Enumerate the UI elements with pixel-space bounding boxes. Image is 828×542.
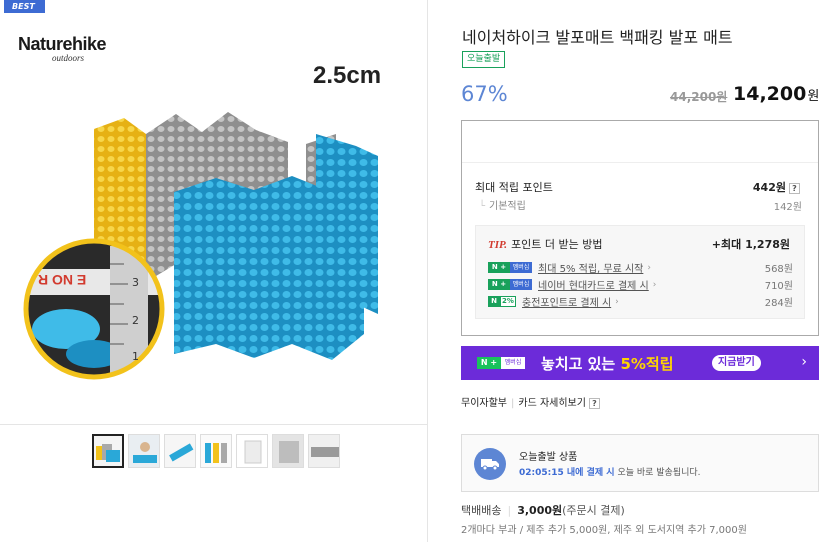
max-point-label: 최대 적립 포인트 (475, 181, 553, 194)
base-point-value: 142원 (773, 202, 802, 213)
naver-n-icon: N (488, 296, 500, 307)
tip-amount: 284원 (764, 298, 793, 309)
tag-percent: 2% (500, 296, 516, 307)
shipping-title: 오늘출발 상품 (519, 452, 578, 463)
installment-link[interactable]: 무이자할부 (461, 398, 507, 409)
chevron-right-icon: › (647, 262, 651, 273)
tip-word: TIP. (488, 239, 508, 251)
tag-n: N (491, 280, 498, 288)
tip-link[interactable]: 네이버 현대카드로 결제 시 (538, 277, 649, 292)
promo-tag-m: 멤버십 (501, 357, 525, 369)
separator: | (507, 504, 512, 517)
thumbnail-3[interactable] (164, 434, 196, 468)
promo-text: 놓치고 있는 5%적립 (541, 353, 674, 374)
tip-title-text: 포인트 더 받는 방법 (511, 238, 603, 251)
chevron-right-icon: › (652, 279, 657, 290)
tip-title: TIP. 포인트 더 받는 방법 (488, 236, 603, 252)
product-title: 네이처하이크 발포매트 백패킹 발포 매트 (462, 28, 733, 47)
original-price: 44,200원 (670, 90, 728, 104)
tip-row[interactable]: N + 멤버십 네이버 현대카드로 결제 시 › 710원 (488, 277, 793, 292)
delivery-info: 택배배송 | 3,000원(주문시 결제) (461, 502, 625, 518)
charge-point-tag: N 2% (488, 296, 516, 307)
tip-row[interactable]: N 2% 충전포인트로 결제 시 › 284원 (488, 294, 793, 309)
delivery-condition: (주문시 결제) (562, 504, 625, 517)
tip-link[interactable]: 최대 5% 적립, 무료 시작 (538, 260, 643, 275)
membership-tag: N + 멤버십 (488, 262, 532, 273)
tree-branch-icon: └ (479, 201, 486, 212)
membership-promo-banner[interactable]: N + 멤버십 놓치고 있는 5%적립 지금받기 › (461, 346, 819, 380)
thumbnail-2[interactable] (128, 434, 160, 468)
base-point-text: 기본적립 (489, 201, 526, 212)
base-point-label: └ 기본적립 (479, 197, 526, 212)
sale-price-unit: 원 (807, 89, 820, 104)
product-gallery: BEST Naturehike outdoors 2.5cm E NO R 3 … (0, 0, 428, 542)
delivery-price: 3,000원 (517, 504, 563, 517)
ruler-number-3: 3 (132, 276, 139, 289)
tip-row[interactable]: N + 멤버십 최대 5% 적립, 무료 시작 › 568원 (488, 260, 793, 275)
promo-get-now-button[interactable]: 지금받기 (712, 355, 761, 371)
max-point-amount: 442원 (752, 181, 786, 194)
sale-price-value: 14,200 (733, 83, 807, 105)
point-box-divider (462, 162, 818, 163)
tip-box: TIP. 포인트 더 받는 방법 +최대 1,278원 N + 멤버십 최대 5% … (475, 225, 805, 319)
thumbnail-4[interactable] (200, 434, 232, 468)
separator: | (511, 398, 515, 409)
membership-tag: N + 멤버십 (488, 279, 532, 290)
tag-n: N (491, 263, 498, 271)
thumbnail-7[interactable] (308, 434, 340, 468)
today-shipping-box: 오늘출발 상품 02:05:15 내에 결제 시 오늘 바로 발송됩니다. (461, 434, 819, 492)
promo-text-highlight: 5%적립 (620, 355, 674, 373)
card-detail-link[interactable]: 카드 자세히보기 (518, 398, 586, 409)
sleeping-mat-illustration (23, 112, 378, 380)
tip-max: +최대 1,278원 (711, 238, 790, 251)
naver-n-icon: N + (488, 279, 510, 290)
help-icon[interactable]: ? (789, 182, 800, 194)
chevron-right-icon: › (615, 296, 619, 307)
help-icon[interactable]: ? (588, 397, 600, 409)
naver-n-icon: N + (488, 262, 510, 273)
today-shipping-badge: 오늘출발 (462, 51, 506, 68)
truck-icon (474, 448, 506, 480)
shipping-deadline: 02:05:15 내에 결제 시 (519, 468, 615, 478)
shipping-desc-text: 오늘 바로 발송됩니다. (614, 468, 701, 478)
thumbnail-strip (92, 434, 340, 468)
best-badge: BEST (4, 0, 45, 13)
delivery-note: 2개마다 부과 / 제주 추가 5,000원, 제주 외 도서지역 추가 7,0… (461, 525, 747, 536)
point-info-box: 최대 적립 포인트 442원? └ 기본적립 142원 TIP. 포인트 더 받는 … (461, 120, 819, 336)
tip-amount: 568원 (764, 264, 793, 275)
thumbnail-1[interactable] (92, 434, 124, 468)
discount-rate: 67% (461, 82, 508, 106)
tag-membership: 멤버십 (510, 262, 532, 273)
promo-text-main: 놓치고 있는 (541, 355, 621, 373)
ruler-text: E NO R (38, 272, 87, 288)
promo-membership-tag: N + 멤버십 (477, 357, 525, 369)
thumbnail-5[interactable] (236, 434, 268, 468)
tip-link[interactable]: 충전포인트로 결제 시 (522, 294, 611, 309)
main-product-image[interactable]: Naturehike outdoors 2.5cm E NO R 3 2 1 (6, 14, 416, 418)
thumbnail-6[interactable] (272, 434, 304, 468)
delivery-label: 택배배송 (461, 504, 502, 517)
chevron-right-icon: › (801, 354, 807, 370)
gallery-divider (0, 424, 428, 425)
card-links: 무이자할부 | 카드 자세히보기? (461, 394, 600, 409)
sale-price: 14,200원 (733, 83, 819, 105)
promo-tag-n: N + (477, 357, 501, 369)
max-point-value: 442원? (753, 179, 800, 195)
ruler-number-2: 2 (132, 314, 139, 327)
tag-membership: 멤버십 (510, 279, 532, 290)
shipping-desc: 02:05:15 내에 결제 시 오늘 바로 발송됩니다. (519, 465, 701, 478)
product-info: 네이처하이크 발포매트 백패킹 발포 매트 오늘출발 67% 44,200원 1… (428, 0, 828, 542)
tip-amount: 710원 (764, 281, 793, 292)
ruler-number-1: 1 (132, 350, 139, 363)
